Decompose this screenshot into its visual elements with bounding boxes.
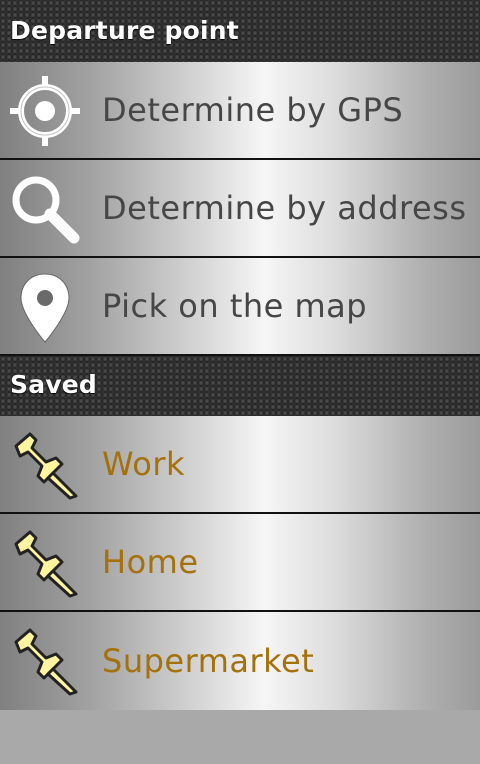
option-gps-label: Determine by GPS <box>102 91 404 129</box>
search-icon <box>12 176 80 244</box>
departure-header-title: Departure point <box>10 16 239 45</box>
saved-item-supermarket[interactable]: Supermarket <box>0 612 480 710</box>
saved-item-home[interactable]: Home <box>0 514 480 612</box>
map-pin-icon <box>20 273 70 343</box>
saved-item-work[interactable]: Work <box>0 416 480 514</box>
option-address-label: Determine by address <box>102 189 467 227</box>
pushpin-icon <box>14 432 78 500</box>
option-map[interactable]: Pick on the map <box>0 258 480 356</box>
saved-header: Saved <box>0 356 480 416</box>
departure-header: Departure point <box>0 0 480 62</box>
empty-area <box>0 710 480 764</box>
saved-item-supermarket-label: Supermarket <box>102 642 315 680</box>
option-address[interactable]: Determine by address <box>0 160 480 258</box>
option-map-label: Pick on the map <box>102 287 368 325</box>
saved-item-home-label: Home <box>102 543 199 581</box>
pushpin-icon <box>14 628 78 696</box>
pushpin-icon <box>14 530 78 598</box>
gps-target-icon <box>10 76 80 146</box>
saved-item-work-label: Work <box>102 445 186 483</box>
option-gps[interactable]: Determine by GPS <box>0 62 480 160</box>
saved-header-title: Saved <box>10 370 98 399</box>
